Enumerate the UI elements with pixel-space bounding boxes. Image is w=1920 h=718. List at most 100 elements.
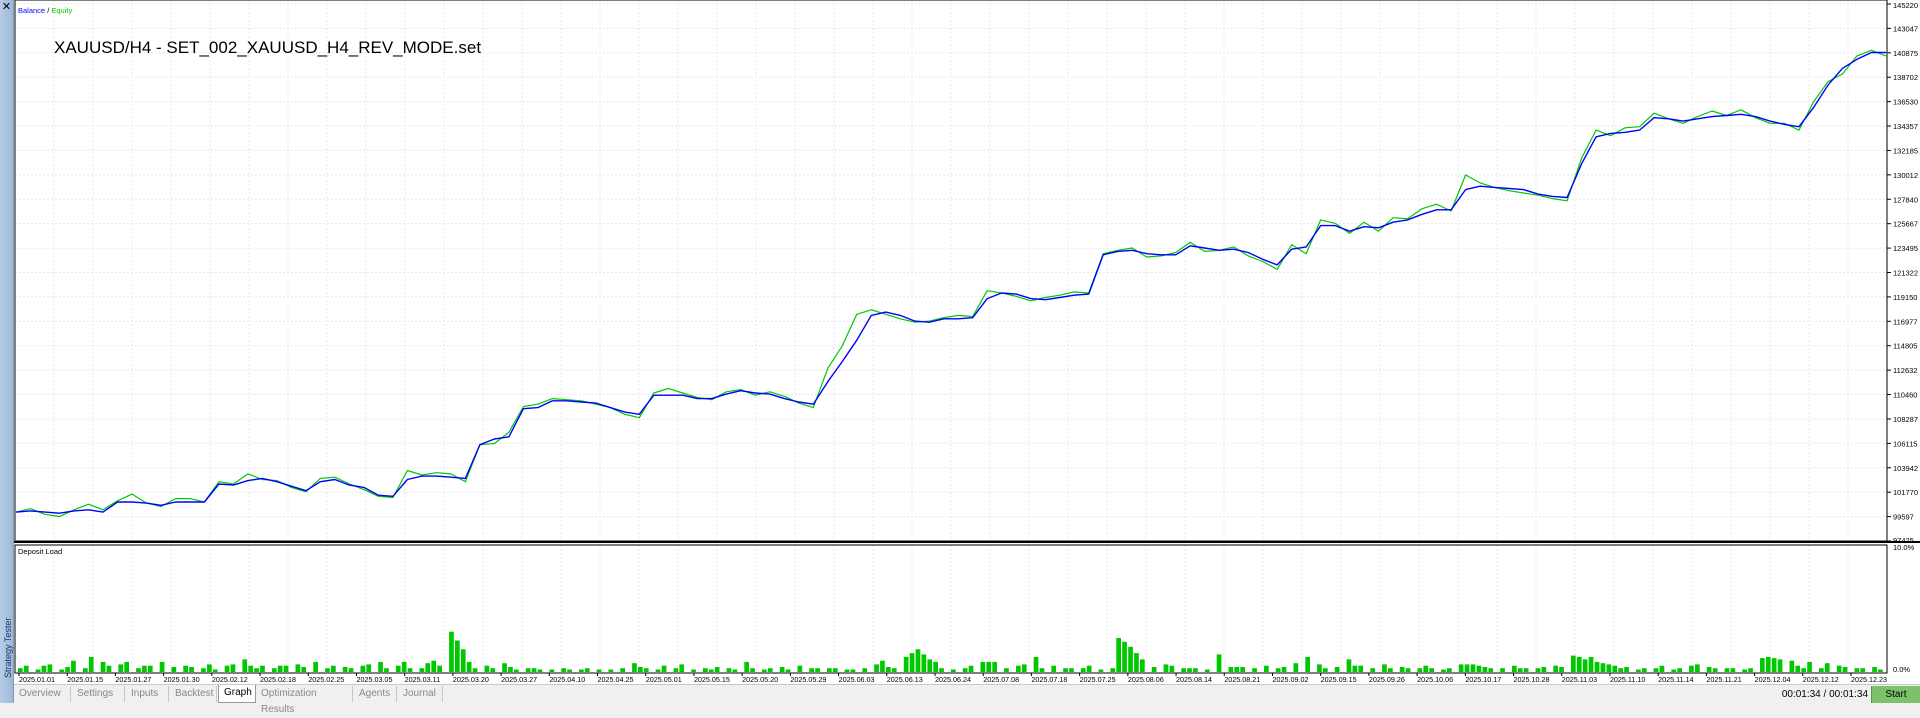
x-tick-label: 2025.03.05	[356, 675, 392, 684]
tab-graph[interactable]: Graph	[218, 685, 256, 703]
deposit-load-bar	[1346, 659, 1352, 672]
deposit-load-bar	[762, 669, 767, 672]
deposit-load-bar	[207, 664, 212, 672]
deposit-load-bar	[732, 669, 738, 672]
deposit-load-bar	[537, 669, 543, 672]
x-tick-label: 2025.08.06	[1128, 675, 1164, 684]
x-tick-label: 2025.01.01	[19, 675, 55, 684]
deposit-load-bar	[1742, 669, 1747, 672]
deposit-load-bar	[1204, 669, 1210, 672]
x-tick-label: 2025.09.26	[1369, 675, 1405, 684]
x-tick-label: 2025.10.28	[1514, 675, 1550, 684]
x-tick-label: 2025.02.25	[308, 675, 344, 684]
x-tick-label: 2025.10.17	[1465, 675, 1501, 684]
tab-agents[interactable]: Agents	[354, 686, 397, 702]
deposit-load-bar	[1789, 660, 1795, 672]
deposit-load-label: Deposit Load	[18, 547, 62, 556]
deposit-load-bar	[1653, 668, 1659, 672]
deposit-load-bar	[401, 661, 407, 672]
x-tick-label: 2025.12.12	[1803, 675, 1839, 684]
tab-journal[interactable]: Journal	[398, 686, 443, 702]
tab-inputs[interactable]: Inputs	[126, 686, 169, 702]
deposit-load-bar	[1021, 664, 1027, 672]
deposit-load-bar	[1399, 667, 1405, 672]
deposit-load-bar	[260, 665, 265, 672]
y-tick-label: 136530	[1893, 98, 1918, 107]
deposit-load-bar	[437, 665, 442, 672]
deposit-load-bar	[1069, 668, 1074, 672]
deposit-load-bar	[1305, 656, 1310, 672]
y-tick-label: 132185	[1893, 146, 1918, 155]
chart-background	[14, 0, 1920, 684]
deposit-load-bar	[47, 664, 53, 672]
deposit-load-bar	[1063, 668, 1068, 672]
deposit-load-bar	[714, 667, 720, 672]
deposit-load-bar	[1470, 664, 1476, 672]
deposit-load-bar	[1275, 668, 1281, 672]
deposit-load-bar	[921, 654, 927, 672]
deposit-load-bar	[579, 669, 584, 672]
deposit-load-bar	[909, 653, 915, 672]
tab-settings[interactable]: Settings	[72, 686, 125, 702]
close-icon[interactable]: ✕	[1, 2, 12, 13]
deposit-load-bar	[142, 665, 147, 672]
deposit-load-bar	[41, 665, 47, 672]
deposit-load-bar	[1405, 668, 1411, 672]
x-tick-label: 2025.03.27	[501, 675, 537, 684]
deposit-load-bar	[1512, 665, 1517, 672]
deposit-load-bar	[726, 668, 732, 672]
start-button[interactable]: Start	[1871, 686, 1920, 703]
deposit-load-bar	[797, 665, 803, 672]
deposit-load-bar	[1447, 668, 1452, 672]
y-tick-label: 130012	[1893, 171, 1918, 180]
deposit-load-bar	[1193, 668, 1198, 672]
deposit-load-bar	[1641, 668, 1647, 672]
deposit-load-bar	[1695, 664, 1700, 672]
deposit-load-bar	[183, 665, 188, 672]
x-tick-label: 2025.01.30	[164, 675, 200, 684]
deposit-load-bar	[1140, 659, 1145, 672]
deposit-load-bar	[118, 664, 124, 672]
deposit-load-bar	[1588, 656, 1594, 672]
x-tick-label: 2025.11.21	[1706, 675, 1741, 684]
deposit-load-bar	[395, 665, 401, 672]
deposit-load-bar	[779, 667, 785, 672]
deposit-load-bar	[1730, 668, 1736, 672]
deposit-load-bar	[1618, 668, 1623, 672]
deposit-load-bar	[815, 668, 820, 672]
deposit-load-bar	[1571, 655, 1576, 672]
y-tick-label: 106115	[1893, 439, 1917, 448]
deposit-load-bar	[124, 661, 129, 672]
deposit-load-bar	[384, 668, 389, 672]
deposit-load-bar	[1134, 653, 1139, 672]
y-tick-label: 103942	[1893, 464, 1918, 473]
x-tick-label: 2025.12.04	[1755, 675, 1791, 684]
deposit-load-bar	[1098, 669, 1104, 672]
deposit-load-bar	[655, 669, 661, 672]
deposit-load-bar	[1458, 664, 1464, 672]
deposit-load-bar	[1323, 668, 1328, 672]
deposit-load-bar	[35, 669, 41, 672]
deposit-load-bar	[703, 668, 708, 672]
tab-optimization-results[interactable]: Optimization Results	[256, 686, 353, 715]
deposit-load-bar	[962, 668, 968, 672]
x-tick-label: 2025.01.15	[67, 675, 103, 684]
deposit-load-bar	[484, 665, 490, 672]
x-tick-label: 2025.12.23	[1851, 675, 1887, 684]
tab-backtest[interactable]: Backtest	[170, 686, 217, 702]
x-tick-label: 2025.09.15	[1321, 675, 1357, 684]
deposit-load-bar	[1086, 665, 1092, 672]
deposit-load-bar	[378, 661, 383, 672]
deposit-load-bar	[431, 660, 437, 672]
x-tick-label: 2025.07.18	[1031, 675, 1067, 684]
tab-overview[interactable]: Overview	[14, 686, 71, 702]
deposit-load-bar	[1576, 656, 1582, 672]
deposit-load-bar	[1553, 665, 1558, 672]
deposit-load-bar	[1860, 668, 1866, 672]
deposit-load-bar	[1824, 663, 1830, 672]
deposit-load-bar	[425, 663, 431, 672]
deposit-load-bar	[767, 668, 773, 672]
graph-panel: 145220 143047 140875 138702 136530 134357 1321…	[14, 0, 1920, 684]
chart-title: XAUUSD/H4 - SET_002_XAUUSD_H4_REV_MODE.s…	[54, 38, 481, 57]
deposit-load-bar	[189, 667, 194, 672]
